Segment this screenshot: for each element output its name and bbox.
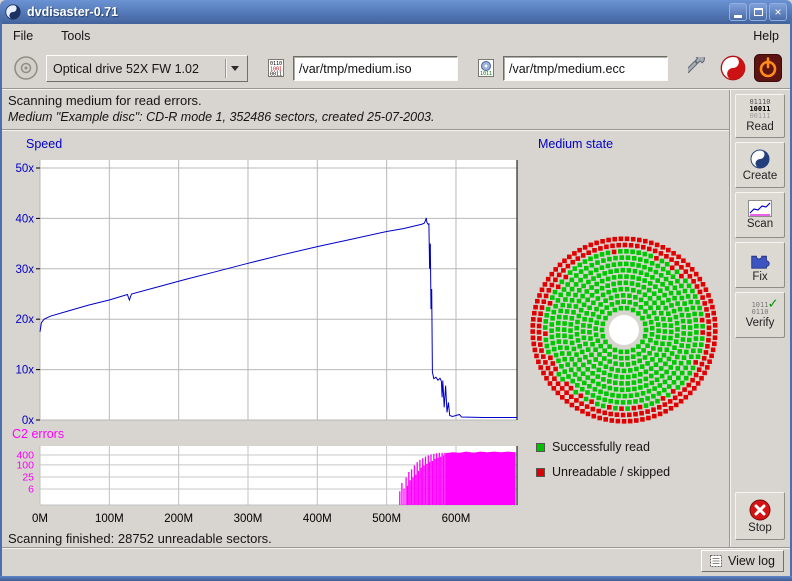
iso-file-icon: 0110 1001 0011 bbox=[264, 56, 288, 80]
quit-button[interactable] bbox=[752, 52, 784, 84]
menu-file[interactable]: File bbox=[10, 27, 36, 45]
fix-button[interactable]: Fix bbox=[735, 242, 785, 288]
legend-unreadable: Unreadable / skipped bbox=[536, 465, 670, 479]
read-button-label: Read bbox=[746, 121, 774, 133]
legend-read-label: Successfully read bbox=[552, 440, 650, 454]
verify-icon: 1011 0110 ✓ bbox=[752, 302, 769, 316]
verify-button-label: Verify bbox=[746, 317, 775, 329]
footer-separator bbox=[0, 547, 792, 549]
iso-file-input[interactable] bbox=[293, 56, 458, 81]
svg-text:500M: 500M bbox=[372, 513, 401, 525]
toolbar-separator bbox=[0, 88, 792, 90]
logo-button[interactable] bbox=[718, 53, 748, 83]
create-button[interactable]: Create bbox=[735, 142, 785, 188]
scan-button-label: Scan bbox=[747, 218, 773, 230]
menu-help[interactable]: Help bbox=[750, 27, 782, 45]
ecc-file-icon: 1011 bbox=[474, 56, 498, 80]
menubar: File Tools Help bbox=[2, 24, 790, 47]
view-log-button[interactable]: View log bbox=[701, 550, 784, 572]
svg-text:600M: 600M bbox=[442, 513, 471, 525]
legend-read: Successfully read bbox=[536, 440, 650, 454]
legend-unreadable-swatch bbox=[536, 468, 545, 477]
app-icon bbox=[5, 4, 21, 20]
sidebar-separator bbox=[729, 90, 731, 547]
scan-icon bbox=[748, 200, 772, 217]
svg-text:40x: 40x bbox=[15, 213, 34, 225]
ecc-file-input[interactable] bbox=[503, 56, 668, 81]
titlebar[interactable]: dvdisaster-0.71 × bbox=[0, 0, 792, 24]
minimize-icon bbox=[734, 15, 742, 18]
status-separator bbox=[0, 129, 729, 131]
svg-text:0M: 0M bbox=[32, 513, 48, 525]
drive-select-value: Optical drive 52X FW 1.02 bbox=[53, 62, 220, 76]
svg-text:10x: 10x bbox=[15, 365, 34, 377]
check-icon: ✓ bbox=[768, 300, 777, 307]
svg-text:20x: 20x bbox=[15, 314, 34, 326]
maximize-icon bbox=[754, 8, 763, 16]
combo-separator bbox=[225, 59, 226, 78]
svg-text:300M: 300M bbox=[234, 513, 263, 525]
verify-button[interactable]: 1011 0110 ✓ Verify bbox=[735, 292, 785, 338]
close-icon: × bbox=[774, 6, 781, 18]
view-log-label: View log bbox=[728, 554, 775, 568]
svg-text:25: 25 bbox=[22, 471, 34, 483]
fix-icon bbox=[749, 248, 771, 270]
window-title: dvdisaster-0.71 bbox=[27, 5, 118, 19]
stop-button[interactable]: Stop bbox=[735, 492, 785, 540]
svg-text:1011: 1011 bbox=[480, 71, 492, 77]
maximize-button[interactable] bbox=[749, 3, 767, 21]
read-button[interactable]: 01110 10011 00111 Read bbox=[735, 94, 785, 138]
svg-text:100: 100 bbox=[16, 459, 34, 471]
speed-c2-chart: 0M 100M 200M 300M 400M 500M 600M 50x 40x 30x 20x 10… bbox=[0, 150, 530, 542]
svg-text:50x: 50x bbox=[15, 163, 34, 175]
drive-select[interactable]: Optical drive 52X FW 1.02 bbox=[46, 55, 248, 82]
legend-read-swatch bbox=[536, 443, 545, 452]
create-button-label: Create bbox=[743, 170, 778, 182]
wrench-icon bbox=[688, 57, 710, 81]
read-icon: 01110 10011 00111 bbox=[749, 99, 770, 120]
svg-text:30x: 30x bbox=[15, 264, 34, 276]
svg-text:400M: 400M bbox=[303, 513, 332, 525]
power-icon bbox=[753, 53, 783, 83]
status-line-1: Scanning medium for read errors. bbox=[8, 93, 202, 108]
scan-button[interactable]: Scan bbox=[735, 192, 785, 238]
chevron-down-icon bbox=[231, 66, 239, 71]
stop-button-label: Stop bbox=[748, 522, 772, 534]
dvdisaster-logo-icon bbox=[720, 55, 746, 81]
window-frame-left bbox=[0, 20, 2, 581]
svg-text:0011: 0011 bbox=[270, 72, 282, 78]
preferences-button[interactable] bbox=[686, 55, 712, 83]
stop-icon bbox=[749, 499, 771, 521]
svg-text:100M: 100M bbox=[95, 513, 124, 525]
footer-status: Scanning finished: 28752 unreadable sect… bbox=[8, 531, 272, 546]
minimize-button[interactable] bbox=[729, 3, 747, 21]
status-line-2: Medium "Example disc": CD-R mode 1, 3524… bbox=[8, 110, 434, 124]
medium-state-label: Medium state bbox=[538, 137, 613, 151]
window-frame-bottom bbox=[0, 576, 792, 581]
legend-unreadable-label: Unreadable / skipped bbox=[552, 465, 670, 479]
drive-icon[interactable] bbox=[12, 54, 40, 82]
svg-text:6: 6 bbox=[28, 484, 34, 496]
fix-button-label: Fix bbox=[752, 271, 767, 283]
svg-text:0x: 0x bbox=[22, 415, 34, 427]
menu-tools[interactable]: Tools bbox=[58, 27, 93, 45]
view-log-icon bbox=[710, 555, 722, 567]
close-button[interactable]: × bbox=[769, 3, 787, 21]
svg-text:200M: 200M bbox=[164, 513, 193, 525]
create-icon bbox=[750, 149, 770, 169]
medium-state-disc bbox=[524, 232, 724, 432]
speed-chart-label: Speed bbox=[26, 137, 62, 151]
